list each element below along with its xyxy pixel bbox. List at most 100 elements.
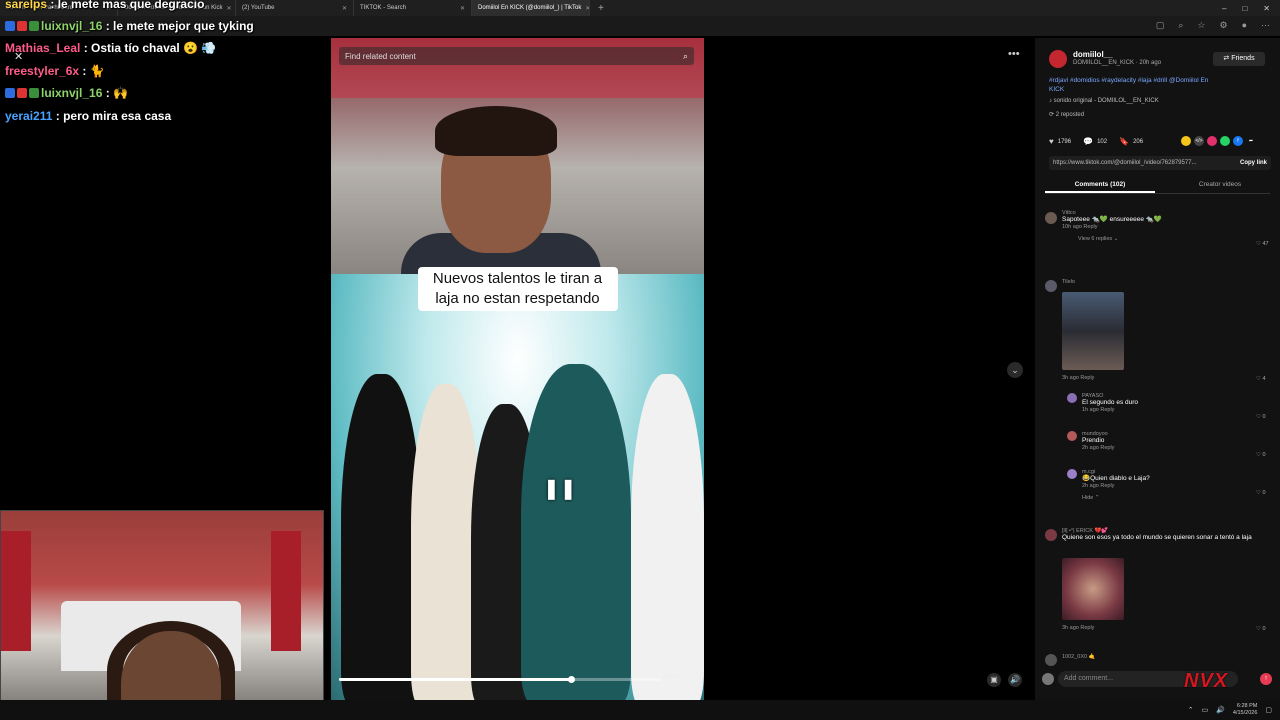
windows-taskbar: ⌃ ▭ 🔊 6:28 PM 4/15/2026 ▢ (0, 700, 1280, 720)
video-hashtags[interactable]: #rdjavi #domidios #raydelacity #laja #dr… (1049, 76, 1209, 94)
friends-button[interactable]: ⇄ Friends (1213, 52, 1265, 66)
person-figure (631, 374, 704, 700)
comment-like[interactable]: ♡ 0 (1256, 414, 1266, 420)
chat-message: luixnvjl_16 : 🙌 (5, 86, 128, 100)
facebook-icon[interactable]: f (1233, 136, 1243, 146)
chevron-up-icon[interactable]: ⌃ (1188, 706, 1194, 714)
video-link-field[interactable]: https://www.tiktok.com/@domiilol_/video/… (1049, 156, 1271, 170)
comment-meta[interactable]: 10h ago Reply (1062, 224, 1242, 230)
tab-creator-videos[interactable]: Creator videos (1165, 181, 1275, 188)
tab-label: TIKTOK - Search (360, 5, 406, 11)
comment: Vittco Sapoteee 🐀💚 ensureeeee 🐀💚 10h ago… (1062, 210, 1242, 242)
network-icon[interactable]: ▭ (1202, 706, 1209, 714)
volume-icon[interactable]: 🔊 (1216, 706, 1225, 714)
pause-icon[interactable]: ❚❚ (543, 476, 577, 501)
progress-handle[interactable] (567, 676, 575, 683)
send-icon[interactable]: ↑ (1260, 673, 1272, 685)
sound-link[interactable]: ♪ sonido original - DOMIILOL__EN_KICK (1049, 98, 1159, 104)
comment-author[interactable]: Tilelo (1062, 279, 1075, 285)
send-icon[interactable] (1207, 136, 1217, 146)
comment-meta-row: 3h ago Reply (1062, 625, 1094, 631)
tab-comments[interactable]: Comments (102) (1045, 181, 1155, 193)
extensions-icon[interactable]: ⚙ (1219, 20, 1227, 31)
minimize-button[interactable]: – (1222, 4, 1226, 13)
commenter-avatar[interactable] (1045, 654, 1057, 666)
close-window-button[interactable]: ✕ (1263, 4, 1270, 13)
maximize-button[interactable]: □ (1242, 4, 1247, 13)
author-subtitle: DOMIILOL__EN_KICK · 20h ago (1073, 60, 1162, 66)
comment-like[interactable]: ♡ 0 (1256, 490, 1266, 496)
comment-meta[interactable]: 2h ago Reply (1082, 483, 1242, 489)
close-tab-icon[interactable]: ✕ (342, 5, 347, 12)
profile-icon[interactable]: ● (1242, 20, 1247, 31)
like-count: 0 (1262, 626, 1266, 632)
comment-like[interactable]: ♡ 4 (1256, 376, 1266, 382)
comment-image[interactable] (1062, 292, 1124, 370)
chat-username: sarelps (5, 0, 48, 11)
commenter-avatar[interactable] (1045, 529, 1057, 541)
zoom-icon[interactable]: ⌕ (1178, 20, 1183, 31)
like-count: 4 (1262, 376, 1266, 382)
view-replies-link[interactable]: View 6 replies ⌄ (1062, 236, 1242, 242)
system-tray: ⌃ ▭ 🔊 6:28 PM 4/15/2026 ▢ (1188, 703, 1272, 717)
commenter-avatar[interactable] (1067, 469, 1077, 479)
stream-chat: sarelps : le mete mas que degracio luixn… (0, 0, 330, 510)
curtain (271, 531, 301, 651)
comment-author[interactable]: 1002_0X0 🤙 (1062, 654, 1095, 660)
commenter-avatar[interactable] (1045, 212, 1057, 224)
volume-icon[interactable]: 🔊 (1008, 673, 1022, 687)
person-figure (521, 364, 631, 700)
badge-icon (5, 88, 15, 98)
reply: mundoyoo Prendio 2h ago Reply (1082, 431, 1242, 451)
whatsapp-icon[interactable] (1220, 136, 1230, 146)
reader-icon[interactable]: ▢ (1156, 20, 1165, 31)
menu-icon[interactable]: ⋯ (1261, 20, 1270, 31)
comment-image[interactable] (1062, 558, 1124, 620)
comment-like[interactable]: ♡ 47 (1256, 241, 1269, 247)
tiktok-video-player[interactable]: Nuevos talentos le tiran a laja no estan… (331, 38, 704, 700)
chat-message: freestyler_6x : 🐈 (5, 64, 105, 78)
comment: Tilelo (1062, 279, 1075, 285)
new-tab-button[interactable]: + (590, 3, 612, 14)
author-avatar[interactable] (1049, 50, 1067, 68)
commenter-avatar[interactable] (1045, 280, 1057, 292)
comments-count: 102 (1097, 138, 1108, 145)
chat-message: yerai211 : pero mira esa casa (5, 109, 172, 123)
forward-icon[interactable]: ➦ (1246, 136, 1256, 146)
video-caption: Nuevos talentos le tiran a laja no estan… (417, 267, 618, 311)
copy-link-button[interactable]: Copy link (1240, 156, 1267, 170)
tab-tiktok-search[interactable]: TIKTOK - Search ✕ (354, 0, 472, 16)
video-top-clip (331, 38, 704, 293)
bookmark-icon[interactable]: 🔖 (1119, 137, 1129, 146)
hide-replies-link[interactable]: Hide ⌃ (1082, 495, 1242, 501)
share-icon[interactable] (1181, 136, 1191, 146)
close-icon[interactable]: ✕ (14, 50, 23, 63)
search-icon[interactable]: ⌕ (683, 51, 688, 62)
more-options-icon[interactable]: ••• (1008, 48, 1022, 62)
comment-text: 😂Quien diablo e Laja? (1082, 475, 1150, 482)
video-progress-bar[interactable] (339, 676, 661, 683)
comment-meta[interactable]: 3h ago Reply (1062, 375, 1094, 381)
search-input[interactable]: Find related content ⌕ (339, 47, 694, 65)
comment-meta[interactable]: 1h ago Reply (1082, 407, 1242, 413)
favorite-icon[interactable]: ☆ (1197, 20, 1205, 31)
share-icons: </> f ➦ (1181, 136, 1256, 146)
commenter-avatar[interactable] (1067, 393, 1077, 403)
author-name[interactable]: domiilol__ (1073, 50, 1113, 59)
miniplayer-icon[interactable]: ▣ (987, 673, 1001, 687)
chevron-down-icon[interactable]: ⌄ (1007, 362, 1023, 378)
chat-text: le mete mejor que tyking (113, 19, 254, 33)
comment-icon[interactable]: 💬 (1083, 137, 1093, 146)
commenter-avatar[interactable] (1067, 431, 1077, 441)
comment-meta[interactable]: 2h ago Reply (1082, 445, 1242, 451)
close-tab-icon[interactable]: ✕ (460, 5, 465, 12)
comment-like[interactable]: ♡ 0 (1256, 452, 1266, 458)
reply: m.cgi 😂Quien diablo e Laja? 2h ago Reply… (1082, 469, 1242, 501)
heart-icon[interactable]: ♥ (1049, 137, 1054, 146)
tab-tiktok-video[interactable]: Domiilol En KICK (@domiilol_) | TikTok ✕ (472, 0, 590, 16)
comment-meta[interactable]: 3h ago Reply (1062, 625, 1094, 631)
embed-icon[interactable]: </> (1194, 136, 1204, 146)
clock[interactable]: 6:28 PM 4/15/2026 (1233, 703, 1257, 717)
notification-icon[interactable]: ▢ (1265, 706, 1272, 714)
comment-like[interactable]: ♡ 0 (1256, 626, 1266, 632)
